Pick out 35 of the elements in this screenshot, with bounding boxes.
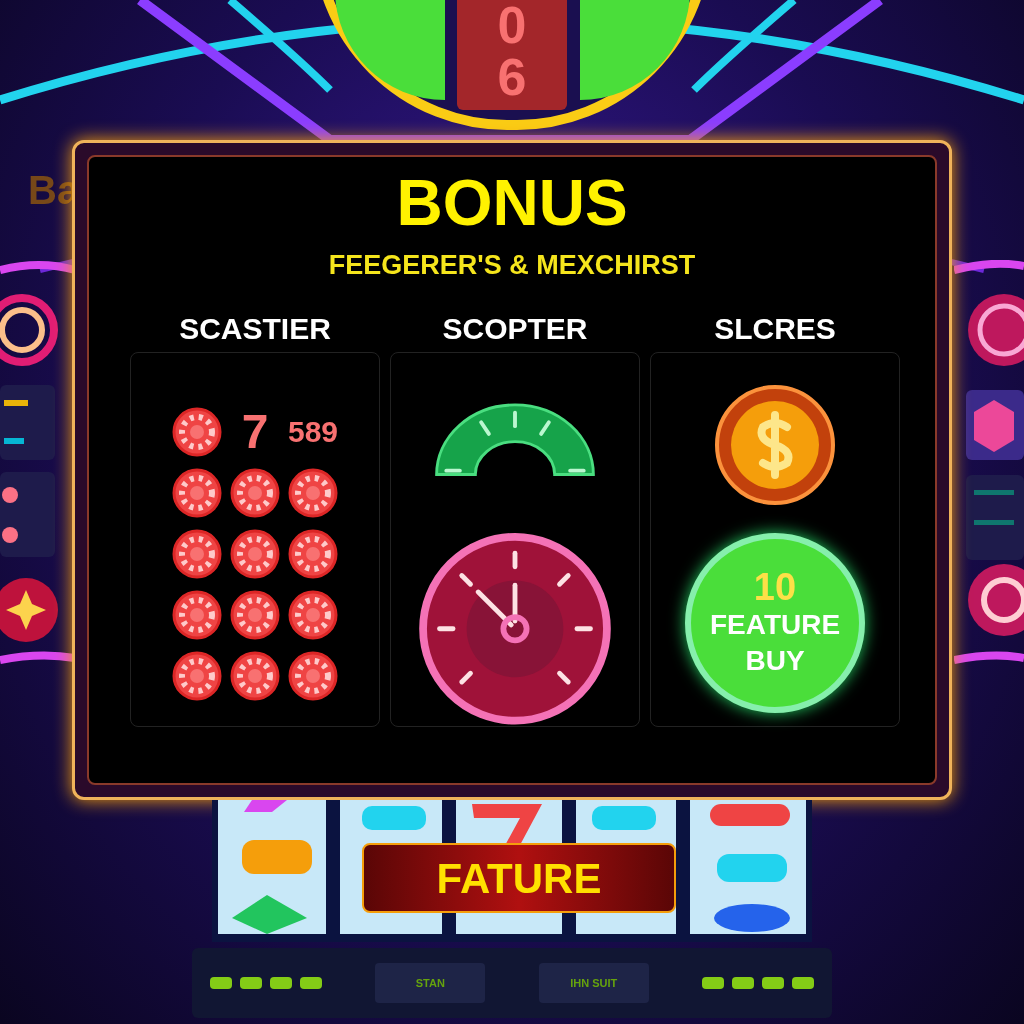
symbol-text: 589 [288,414,338,450]
poker-chip-icon [230,650,280,701]
poker-chip-icon [230,589,280,640]
poker-chip-icon [288,528,338,579]
indicator-light [270,977,292,989]
poker-chip-icon [288,650,338,701]
column-heading: SLCRES [714,310,836,347]
indicator-light [300,977,322,989]
poker-chip-icon [172,406,222,457]
indicator-light [792,977,814,989]
poker-chip-icon [172,589,222,640]
poker-chip-icon [288,467,338,518]
indicator-light [732,977,754,989]
indicator-light [210,977,232,989]
control-button[interactable]: IHN SUIT [538,963,649,1003]
symbol-text: 7 [240,406,270,457]
feature-count: 10 [753,566,797,607]
control-button[interactable]: STAN [375,963,486,1003]
poker-chip-icon [172,650,222,701]
feature-banner-button[interactable]: FATURE [362,843,676,913]
column-heading: SCASTIER [179,310,331,347]
bonus-subtitle: FEEGERER'S & MEXCHIRST [328,249,696,282]
sign-digit: 0 [497,0,527,51]
sign-digit: 6 [497,51,527,103]
dollar-coin-icon [713,382,837,507]
column-heading: SCOPTER [442,310,588,347]
poker-chip-icon [230,467,280,518]
poker-chip-icon [172,467,222,518]
indicator-light [240,977,262,989]
poker-chip-icon [230,528,280,579]
poker-chip-icon [288,589,338,640]
indicator-light [762,977,784,989]
poker-chip-icon [172,528,222,579]
bonus-title: BONUS [396,167,628,239]
indicator-light [702,977,724,989]
